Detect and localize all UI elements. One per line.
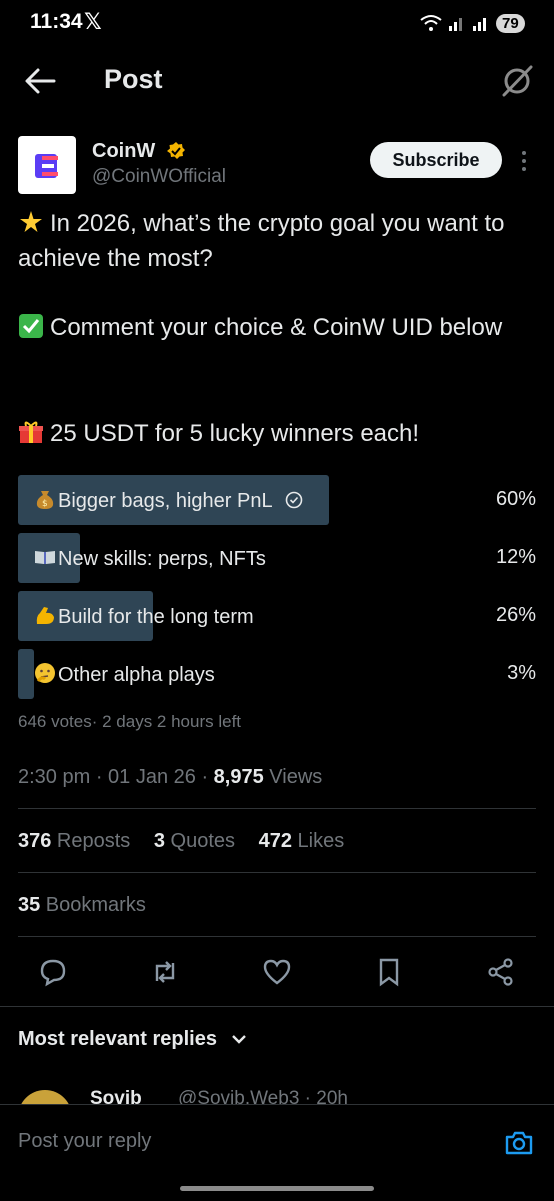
views-label: Views xyxy=(263,766,323,788)
more-options-icon[interactable] xyxy=(515,148,533,174)
engagement-stats: 376 Reposts 3 Quotes 472 Likes xyxy=(18,830,362,853)
poll-option[interactable]: $ Bigger bags, higher PnL 60% xyxy=(18,475,536,525)
poll-meta: 646 votes· 2 days 2 hours left xyxy=(18,712,242,731)
reply-input[interactable]: Post your reply xyxy=(18,1130,151,1153)
poll-option-percent: 12% xyxy=(495,546,536,568)
chevron-down-icon xyxy=(231,1035,246,1044)
post-text-line-1: In 2026, what’s the crypto goal you want… xyxy=(18,206,538,276)
poll-option-percent: 3% xyxy=(507,662,536,684)
author-avatar[interactable] xyxy=(18,136,76,194)
selected-check-icon xyxy=(286,491,303,509)
battery-icon: 79 xyxy=(496,13,525,33)
divider xyxy=(18,872,536,873)
poll-option-label: Other alpha plays xyxy=(58,664,215,686)
replies-sort-dropdown[interactable]: Most relevant replies xyxy=(18,1028,247,1051)
verified-badge-icon xyxy=(167,142,185,159)
share-icon[interactable] xyxy=(486,957,516,987)
divider xyxy=(18,808,536,809)
poll-option-label: Build for the long term xyxy=(58,606,254,628)
author-name[interactable]: CoinW xyxy=(92,140,155,163)
signal-icon-2 xyxy=(473,18,486,31)
poll-option-percent: 60% xyxy=(495,488,536,510)
post-text-line-2: Comment your choice & CoinW UID below xyxy=(18,310,538,345)
money-bag-icon: $ xyxy=(36,491,54,509)
post-time: 2:30 pm · 01 Jan 26 · xyxy=(18,766,214,788)
poll-option[interactable]: Build for the long term 26% xyxy=(18,591,536,641)
status-time: 11:34 xyxy=(30,10,83,33)
open-book-icon xyxy=(35,551,55,564)
flexed-biceps-icon xyxy=(36,607,54,624)
repost-icon[interactable] xyxy=(150,957,180,987)
check-mark-button-icon xyxy=(19,314,43,338)
replies-heading: Most relevant replies xyxy=(18,1028,217,1050)
post-paragraph-1: In 2026, what’s the crypto goal you want… xyxy=(18,210,505,272)
post-text-line-3: 25 USDT for 5 lucky winners each! xyxy=(18,416,538,451)
post-timestamp: 2:30 pm · 01 Jan 26 · 8,975 Views xyxy=(18,766,322,789)
page-title: Post xyxy=(104,64,163,94)
bookmarks-stat[interactable]: 35 Bookmarks xyxy=(18,894,146,917)
reply-icon[interactable] xyxy=(38,957,68,987)
divider xyxy=(18,936,536,937)
bookmark-icon[interactable] xyxy=(374,957,404,987)
post-paragraph-2: Comment your choice & CoinW UID below xyxy=(50,314,503,341)
reposts-stat[interactable]: 376 Reposts xyxy=(18,830,130,852)
wifi-icon xyxy=(420,15,442,31)
poll-option[interactable]: Other alpha plays 3% xyxy=(18,649,536,699)
likes-stat[interactable]: 472 Likes xyxy=(259,830,345,852)
thinking-face-icon xyxy=(35,663,55,683)
gift-icon xyxy=(19,421,43,443)
glowing-star-icon xyxy=(20,211,42,232)
grok-icon[interactable] xyxy=(500,64,534,98)
views-count[interactable]: 8,975 xyxy=(214,766,264,788)
arrow-left-icon[interactable] xyxy=(24,66,56,96)
poll-option[interactable]: New skills: perps, NFTs 12% xyxy=(18,533,536,583)
signal-icon xyxy=(449,18,462,31)
coinw-logo-icon xyxy=(35,154,58,178)
divider xyxy=(0,1006,554,1007)
status-bar: 11:34 𝕏 79 xyxy=(0,0,554,44)
poll-option-percent: 26% xyxy=(495,604,536,626)
home-indicator xyxy=(180,1186,374,1191)
poll-bar xyxy=(18,649,34,699)
camera-icon[interactable] xyxy=(504,1128,534,1158)
poll-option-label: New skills: perps, NFTs xyxy=(58,548,266,570)
status-icons: 79 xyxy=(420,12,525,34)
svg-text:$: $ xyxy=(42,499,48,509)
poll-option-label: Bigger bags, higher PnL xyxy=(58,490,272,512)
x-logo-icon: 𝕏 xyxy=(84,9,102,34)
author-handle[interactable]: @CoinWOfficial xyxy=(92,166,226,188)
subscribe-button[interactable]: Subscribe xyxy=(370,142,502,178)
like-heart-icon[interactable] xyxy=(262,957,292,987)
top-bar: Post xyxy=(0,50,554,112)
action-bar xyxy=(18,950,536,994)
post-paragraph-3: 25 USDT for 5 lucky winners each! xyxy=(50,420,420,447)
quotes-stat[interactable]: 3 Quotes xyxy=(154,830,235,852)
